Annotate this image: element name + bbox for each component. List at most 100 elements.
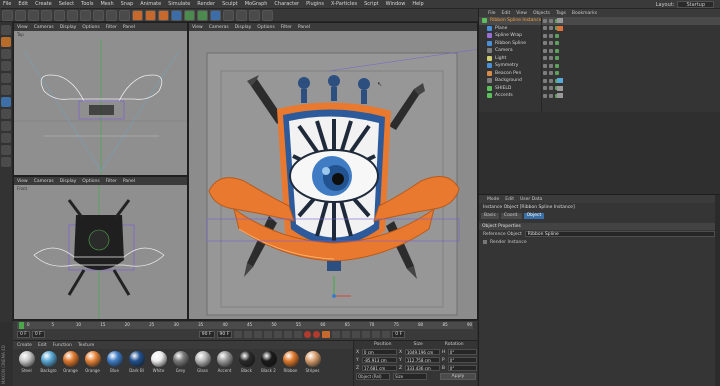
viewport-menu-cameras[interactable]: Cameras: [34, 179, 54, 184]
material-item[interactable]: White: [149, 351, 168, 373]
material-item[interactable]: Blue: [105, 351, 124, 373]
play-icon[interactable]: [264, 331, 273, 338]
record-icon[interactable]: [304, 331, 312, 338]
material-tag-icon[interactable]: [557, 93, 563, 99]
visibility-dot-icon[interactable]: [543, 93, 547, 98]
next-frame-icon[interactable]: [274, 331, 283, 338]
snap-icon[interactable]: [1, 133, 11, 143]
viewport-menu-options[interactable]: Options: [82, 25, 99, 30]
render-settings-icon[interactable]: [158, 9, 169, 21]
object-row[interactable]: Background: [479, 77, 720, 85]
viewport-menu-cameras[interactable]: Cameras: [34, 25, 54, 30]
material-item[interactable]: Backgro: [39, 351, 58, 373]
material-item[interactable]: Orange: [83, 351, 102, 373]
viewport-menu-display[interactable]: Display: [60, 179, 77, 184]
tab-coord[interactable]: Coord.: [500, 213, 522, 219]
keyframe-selection-icon[interactable]: [322, 331, 331, 338]
size-mode-select[interactable]: Size: [393, 373, 427, 380]
material-item[interactable]: Stripes: [303, 351, 322, 373]
end-frame-field[interactable]: 90 F: [198, 331, 215, 338]
viewport-menu-panel[interactable]: Panel: [123, 179, 135, 184]
object-row[interactable]: Symmetry: [479, 62, 720, 70]
menu-x-particles[interactable]: X-Particles: [331, 1, 357, 7]
render-instance-checkbox[interactable]: [483, 240, 487, 244]
menu-edit[interactable]: Edit: [18, 1, 28, 7]
visibility-flags[interactable]: [543, 33, 559, 38]
object-row[interactable]: Plane: [479, 25, 720, 33]
pen-spline-icon[interactable]: [184, 9, 195, 21]
visibility-dot-icon[interactable]: [543, 56, 547, 61]
viewport-menu-filter[interactable]: Filter: [281, 25, 292, 30]
viewport-menu-view[interactable]: View: [192, 25, 203, 30]
visibility-dot-icon[interactable]: [543, 86, 547, 91]
enable-check-icon[interactable]: [555, 48, 559, 53]
viewport-menu-options[interactable]: Options: [82, 179, 99, 184]
autokey-icon[interactable]: [313, 331, 321, 338]
viewport-menu-filter[interactable]: Filter: [106, 25, 117, 30]
om-menu-bookmarks[interactable]: Bookmarks: [572, 11, 597, 16]
viewport-menu-options[interactable]: Options: [257, 25, 274, 30]
material-tag-icon[interactable]: [557, 85, 563, 91]
floor-icon[interactable]: [236, 9, 247, 21]
material-menu-texture[interactable]: Texture: [78, 343, 94, 348]
position-x-field[interactable]: 0 cm: [361, 349, 397, 355]
rotation-p-field[interactable]: 0°: [447, 357, 478, 363]
rotation-h-field[interactable]: 0°: [447, 349, 478, 355]
visibility-dot-icon[interactable]: [549, 41, 553, 46]
previous-frame-icon[interactable]: [254, 331, 263, 338]
cube-icon[interactable]: [171, 9, 182, 21]
visibility-dot-icon[interactable]: [549, 48, 553, 53]
position-z-field[interactable]: 17.681 cm: [361, 365, 397, 371]
visibility-flags[interactable]: [543, 71, 559, 76]
menu-render[interactable]: Render: [197, 1, 215, 7]
visibility-dot-icon[interactable]: [549, 71, 553, 76]
subdivision-surface-icon[interactable]: [197, 9, 208, 21]
menu-mesh[interactable]: Mesh: [100, 1, 113, 7]
om-menu-view[interactable]: View: [516, 11, 527, 16]
om-menu-objects[interactable]: Objects: [533, 11, 550, 16]
material-item[interactable]: Ribbon: [281, 351, 300, 373]
camera-icon[interactable]: [249, 9, 260, 21]
visibility-dot-icon[interactable]: [549, 33, 553, 38]
point-level-key-icon[interactable]: [372, 331, 381, 338]
scale-key-icon[interactable]: [342, 331, 351, 338]
menu-create[interactable]: Create: [35, 1, 52, 7]
material-menu-create[interactable]: Create: [17, 343, 32, 348]
axis-z-icon[interactable]: [106, 9, 117, 21]
live-selection-icon[interactable]: [28, 9, 39, 21]
max-frame-field[interactable]: 90 F: [216, 331, 233, 338]
visibility-dot-icon[interactable]: [543, 18, 547, 23]
viewport-top[interactable]: View Cameras Display Options Filter Pane…: [13, 22, 188, 176]
points-mode-icon[interactable]: [1, 73, 11, 83]
texture-mode-icon[interactable]: [1, 49, 11, 59]
previous-key-icon[interactable]: [244, 331, 253, 338]
size-y-field[interactable]: 112.758 cm: [404, 357, 440, 363]
menu-select[interactable]: Select: [59, 1, 74, 7]
material-item[interactable]: Orange: [61, 351, 80, 373]
menu-script[interactable]: Script: [364, 1, 379, 7]
object-row[interactable]: Ribbon Spline Instance: [479, 17, 720, 25]
object-row[interactable]: Beacon Pen: [479, 70, 720, 78]
attr-menu-mode[interactable]: Mode: [487, 197, 499, 202]
attr-menu-edit[interactable]: Edit: [505, 197, 514, 202]
menu-window[interactable]: Window: [386, 1, 406, 7]
coordinate-mode-select[interactable]: Object (Rel): [356, 373, 390, 380]
menu-tools[interactable]: Tools: [81, 1, 93, 7]
visibility-dot-icon[interactable]: [549, 93, 553, 98]
material-menu-function[interactable]: Function: [53, 343, 72, 348]
visibility-dot-icon[interactable]: [549, 56, 553, 61]
visibility-dot-icon[interactable]: [549, 18, 553, 23]
undo-icon[interactable]: [2, 9, 13, 21]
visibility-dot-icon[interactable]: [549, 26, 553, 31]
object-row[interactable]: Ribbon Spline: [479, 40, 720, 48]
go-to-end-icon[interactable]: [294, 331, 303, 338]
viewport-menu-view[interactable]: View: [17, 179, 28, 184]
menu-simulate[interactable]: Simulate: [168, 1, 190, 7]
position-y-field[interactable]: -85.913 cm: [361, 357, 397, 363]
menu-file[interactable]: File: [3, 1, 11, 7]
object-row[interactable]: Light: [479, 55, 720, 63]
visibility-dot-icon[interactable]: [543, 41, 547, 46]
axis-x-icon[interactable]: [80, 9, 91, 21]
menu-sculpt[interactable]: Sculpt: [222, 1, 238, 7]
visibility-flags[interactable]: [543, 48, 559, 53]
